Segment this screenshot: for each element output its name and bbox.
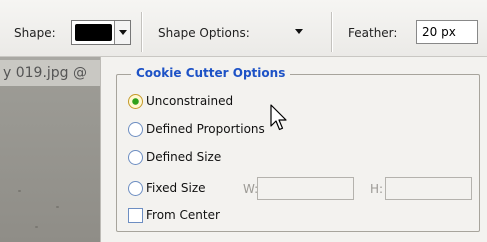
width-label: W: (243, 182, 259, 196)
from-center-label[interactable]: From Center (146, 208, 220, 222)
unconstrained-radio[interactable] (128, 94, 143, 109)
fixed-size-label[interactable]: Fixed Size (146, 181, 206, 195)
feather-input[interactable] (416, 20, 478, 44)
image-speck (35, 226, 38, 228)
defined-proportions-label[interactable]: Defined Proportions (146, 122, 265, 136)
shape-label: Shape: (14, 26, 56, 40)
cookie-cutter-title: Cookie Cutter Options (131, 66, 291, 80)
height-label: H: (370, 182, 384, 196)
width-input[interactable] (257, 177, 354, 200)
unconstrained-label[interactable]: Unconstrained (146, 94, 233, 108)
defined-size-label[interactable]: Defined Size (146, 150, 221, 164)
shape-swatch (75, 24, 112, 41)
height-input[interactable] (385, 177, 472, 200)
toolbar-divider (141, 12, 143, 52)
shape-options-label: Shape Options: (158, 26, 250, 40)
shape-picker-dropdown[interactable] (114, 21, 130, 44)
toolbar-divider (331, 12, 333, 52)
document-tab[interactable]: y 019.jpg @ (0, 60, 100, 86)
chevron-down-icon (118, 30, 127, 35)
chevron-down-icon (295, 28, 303, 34)
shape-options-dropdown[interactable] (288, 22, 310, 40)
shape-picker[interactable] (71, 20, 131, 45)
defined-proportions-radio[interactable] (128, 122, 143, 137)
defined-size-radio[interactable] (128, 150, 143, 165)
image-speck (18, 190, 21, 192)
image-speck (56, 206, 59, 208)
feather-label: Feather: (348, 26, 398, 40)
mouse-cursor-icon (270, 104, 287, 131)
fixed-size-radio[interactable] (128, 181, 143, 196)
from-center-checkbox[interactable] (128, 208, 143, 223)
